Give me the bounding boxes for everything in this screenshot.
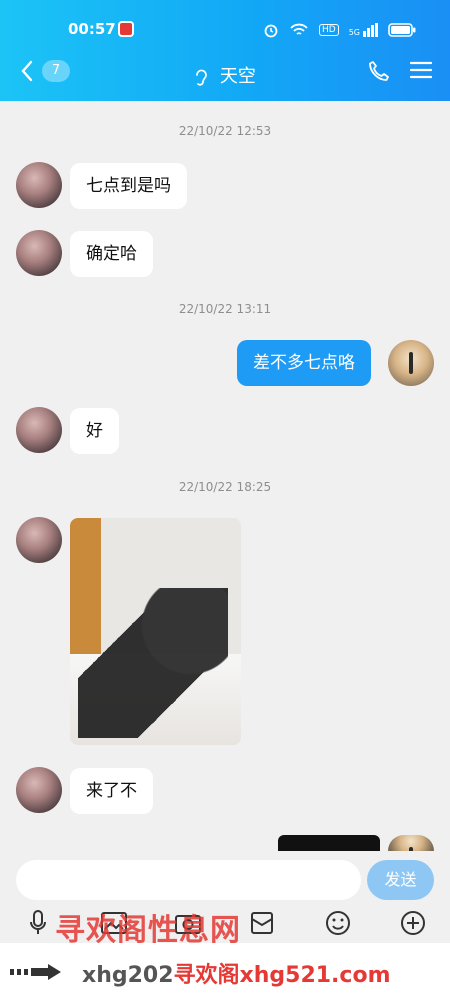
ear-icon bbox=[196, 69, 207, 86]
watermark-url-left: xhg202 bbox=[82, 963, 174, 988]
timestamp: 22/10/22 18:25 bbox=[178, 480, 272, 494]
hd-icon: HD bbox=[319, 24, 339, 36]
chat-header: 00:57 HD 5G 7 天空 bbox=[0, 0, 450, 101]
incoming-message[interactable]: 好 bbox=[70, 408, 119, 454]
watermark-banner: xhg202寻欢阁xhg521.com bbox=[0, 943, 450, 1000]
battery-icon bbox=[388, 23, 416, 37]
contact-avatar[interactable] bbox=[16, 230, 62, 276]
photo-figure bbox=[78, 588, 228, 738]
menu-icon[interactable] bbox=[410, 60, 432, 80]
status-icons: HD 5G bbox=[263, 22, 416, 38]
timestamp: 22/10/22 13:11 bbox=[178, 302, 272, 316]
status-bar: 00:57 HD 5G bbox=[0, 18, 450, 42]
send-button[interactable]: 发送 bbox=[367, 860, 434, 900]
incoming-image-message[interactable] bbox=[70, 518, 241, 745]
emoji-icon bbox=[326, 911, 350, 935]
red-packet-button[interactable] bbox=[246, 907, 278, 939]
signal-bar bbox=[367, 28, 370, 37]
contact-name: 天空 bbox=[219, 66, 256, 87]
my-avatar[interactable] bbox=[388, 340, 434, 386]
phone-icon[interactable] bbox=[368, 60, 390, 82]
arrow-icon bbox=[10, 964, 61, 980]
signal-bar bbox=[371, 25, 374, 37]
my-avatar[interactable] bbox=[388, 835, 434, 851]
incoming-message[interactable]: 确定哈 bbox=[70, 231, 153, 277]
alarm-icon bbox=[264, 24, 278, 38]
message-input[interactable] bbox=[16, 860, 361, 900]
incoming-message[interactable]: 七点到是吗 bbox=[70, 163, 187, 209]
voice-button[interactable] bbox=[22, 907, 54, 939]
plus-circle-icon bbox=[401, 911, 425, 935]
wifi-icon bbox=[290, 23, 308, 35]
incoming-message[interactable]: 来了不 bbox=[70, 768, 153, 814]
watermark-url: xhg202寻欢阁xhg521.com bbox=[82, 957, 391, 989]
contact-avatar[interactable] bbox=[16, 162, 62, 208]
microphone-icon bbox=[30, 910, 46, 934]
signal-bar bbox=[363, 31, 366, 37]
outgoing-message[interactable]: 差不多七点咯 bbox=[237, 340, 371, 386]
watermark-url-right: 寻欢阁xhg521.com bbox=[173, 963, 391, 988]
red-packet-icon bbox=[251, 912, 273, 934]
network-type-label: 5G bbox=[348, 28, 360, 37]
contact-avatar[interactable] bbox=[16, 767, 62, 813]
message-list[interactable]: 22/10/22 12:53 七点到是吗 确定哈 22/10/22 13:11 … bbox=[0, 101, 450, 851]
outgoing-image-message-partial[interactable] bbox=[278, 835, 380, 851]
timestamp: 22/10/22 12:53 bbox=[178, 124, 272, 138]
composer: 发送 bbox=[0, 851, 450, 911]
nav-actions bbox=[368, 60, 432, 82]
contact-avatar[interactable] bbox=[16, 407, 62, 453]
navbar: 7 天空 bbox=[0, 56, 450, 92]
contact-avatar[interactable] bbox=[16, 517, 62, 563]
emoji-button[interactable] bbox=[322, 907, 354, 939]
signal-icon: 5G bbox=[349, 23, 378, 37]
more-button[interactable] bbox=[397, 907, 429, 939]
notification-app-icon bbox=[118, 21, 134, 37]
status-time: 00:57 bbox=[68, 20, 116, 38]
signal-bar bbox=[375, 23, 378, 37]
